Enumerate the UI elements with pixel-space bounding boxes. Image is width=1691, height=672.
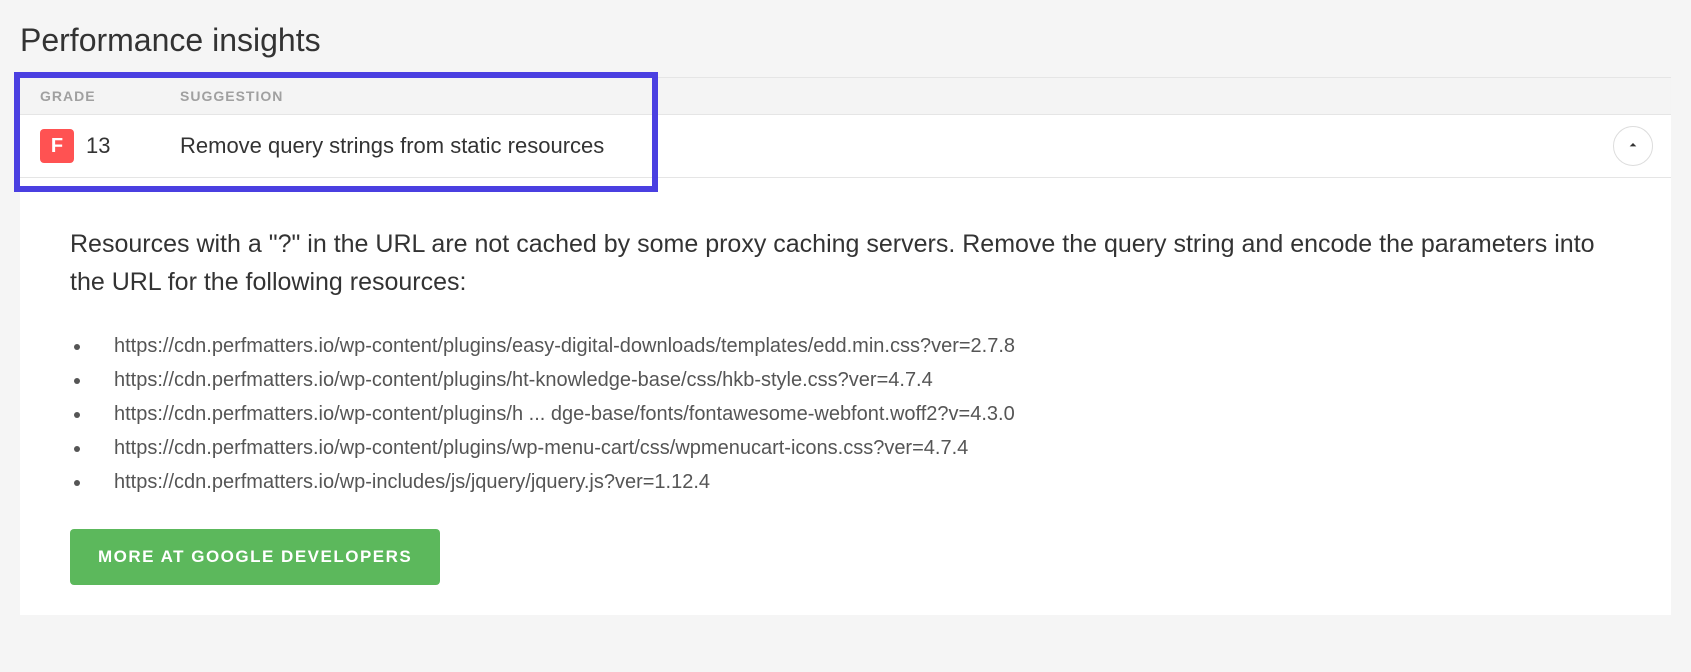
detail-panel: Resources with a "?" in the URL are not … (20, 178, 1671, 615)
list-item: https://cdn.perfmatters.io/wp-content/pl… (92, 329, 1621, 363)
insight-row[interactable]: F 13 Remove query strings from static re… (20, 115, 1671, 178)
list-item: https://cdn.perfmatters.io/wp-content/pl… (92, 397, 1621, 431)
page-title: Performance insights (0, 0, 1691, 77)
grade-badge: F (40, 129, 74, 163)
list-item: https://cdn.perfmatters.io/wp-includes/j… (92, 465, 1621, 499)
collapse-button[interactable] (1613, 126, 1653, 166)
chevron-up-icon (1625, 137, 1641, 156)
grade-cell: F 13 (20, 129, 175, 163)
insight-panel: GRADE SUGGESTION F 13 Remove query strin… (20, 77, 1671, 615)
table-header: GRADE SUGGESTION (20, 78, 1671, 115)
grade-score: 13 (86, 133, 110, 159)
list-item: https://cdn.perfmatters.io/wp-content/pl… (92, 431, 1621, 465)
resource-list: https://cdn.perfmatters.io/wp-content/pl… (70, 329, 1621, 499)
suggestion-text: Remove query strings from static resourc… (175, 133, 1671, 159)
column-header-grade: GRADE (20, 88, 175, 104)
list-item: https://cdn.perfmatters.io/wp-content/pl… (92, 363, 1621, 397)
column-header-suggestion: SUGGESTION (175, 88, 1671, 104)
detail-description: Resources with a "?" in the URL are not … (70, 226, 1621, 301)
more-developers-button[interactable]: MORE AT GOOGLE DEVELOPERS (70, 529, 440, 585)
